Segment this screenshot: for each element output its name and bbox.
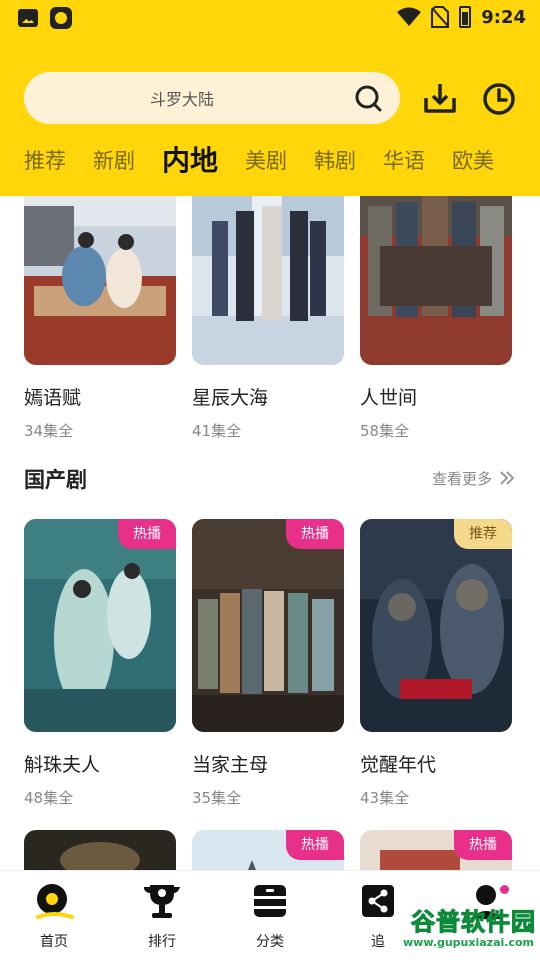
drama-card[interactable]: 星辰大海 41集全 — [192, 196, 344, 441]
watermark-name: 谷普软件园 — [411, 908, 536, 937]
no-sim-icon — [431, 6, 450, 28]
drama-title[interactable]: 当家主母 — [192, 750, 344, 777]
drama-card[interactable]: 热播 斛珠夫人 48集全 — [24, 519, 176, 808]
status-time: 9:24 — [481, 6, 526, 28]
download-icon[interactable] — [422, 80, 458, 116]
nav-rank[interactable]: 排行 — [108, 871, 216, 960]
drama-card[interactable] — [24, 830, 176, 870]
drama-poster[interactable] — [360, 196, 512, 365]
nav-category-label: 分类 — [256, 934, 284, 950]
category-tabs: 推荐 新剧 内地 美剧 韩剧 华语 欧美 — [24, 143, 521, 179]
tab-western[interactable]: 欧美 — [452, 143, 494, 179]
gallery-notification-icon — [18, 9, 38, 27]
drama-row: 嫣语赋 34集全 星辰大海 41集全 人世间 58集全 — [24, 196, 516, 441]
history-clock-icon[interactable] — [481, 81, 517, 117]
hot-badge: 热播 — [286, 830, 344, 860]
app-screen: 9:24 斗罗大陆 推荐 新剧 内地 美剧 韩剧 华语 欧美 嫣语赋 34集全 … — [0, 0, 540, 960]
tab-us[interactable]: 美剧 — [245, 143, 287, 179]
hot-badge: 热播 — [454, 830, 512, 860]
drama-episodes: 41集全 — [192, 422, 242, 440]
drama-episodes: 43集全 — [360, 789, 410, 807]
recommend-badge: 推荐 — [454, 519, 512, 549]
drama-poster[interactable]: 热播 — [192, 830, 344, 870]
status-bar: 9:24 — [0, 0, 540, 38]
drama-poster[interactable]: 热播 — [360, 830, 512, 870]
drama-row: 热播 斛珠夫人 48集全 热播 当家主母 35集全 推荐 觉醒年代 43集全 — [24, 519, 516, 808]
drama-poster[interactable]: 热播 — [192, 519, 344, 732]
nav-rank-label: 排行 — [148, 934, 176, 950]
nav-category[interactable]: 分类 — [216, 871, 324, 960]
drama-poster[interactable] — [192, 196, 344, 365]
content-scroll[interactable]: 嫣语赋 34集全 星辰大海 41集全 人世间 58集全 国产剧 查看更多 热播 … — [0, 196, 540, 870]
drama-poster[interactable] — [24, 830, 176, 870]
search-placeholder: 斗罗大陆 — [149, 90, 214, 109]
drama-poster[interactable]: 热播 — [24, 519, 176, 732]
drama-episodes: 48集全 — [24, 789, 74, 807]
tab-chinese[interactable]: 华语 — [383, 143, 425, 179]
header: 9:24 斗罗大陆 推荐 新剧 内地 美剧 韩剧 华语 欧美 — [0, 0, 540, 196]
drama-episodes: 58集全 — [360, 422, 410, 440]
battery-icon — [459, 6, 472, 28]
drama-card[interactable]: 热播 — [360, 830, 512, 870]
drama-episodes: 34集全 — [24, 422, 74, 440]
drama-card[interactable]: 人世间 58集全 — [360, 196, 512, 441]
drama-row: 热播 热播 — [24, 830, 516, 870]
see-more-link[interactable]: 查看更多 — [432, 468, 492, 489]
category-icon — [254, 885, 286, 917]
drama-title[interactable]: 人世间 — [360, 383, 512, 410]
nav-home-label: 首页 — [40, 934, 68, 950]
section-header: 国产剧 查看更多 — [24, 464, 516, 494]
trophy-icon — [144, 885, 180, 918]
watermark: 谷普软件园 www.gupuxiazai.com — [398, 902, 536, 960]
tab-korea[interactable]: 韩剧 — [314, 143, 356, 179]
drama-title[interactable]: 觉醒年代 — [360, 750, 512, 777]
drama-poster[interactable]: 推荐 — [360, 519, 512, 732]
tab-new[interactable]: 新剧 — [93, 143, 135, 179]
drama-poster[interactable] — [24, 196, 176, 365]
nav-home[interactable]: 首页 — [0, 871, 108, 960]
search-input[interactable]: 斗罗大陆 — [24, 72, 400, 124]
drama-episodes: 35集全 — [192, 789, 242, 807]
section-title: 国产剧 — [24, 468, 87, 492]
hot-badge: 热播 — [118, 519, 176, 549]
drama-card[interactable]: 嫣语赋 34集全 — [24, 196, 176, 441]
share-icon — [362, 885, 394, 917]
notification-dot — [500, 885, 509, 894]
wifi-icon — [397, 7, 422, 26]
tab-mainland[interactable]: 内地 — [162, 143, 218, 179]
hot-badge: 热播 — [286, 519, 344, 549]
drama-title[interactable]: 星辰大海 — [192, 383, 344, 410]
drama-title[interactable]: 嫣语赋 — [24, 383, 176, 410]
search-icon[interactable] — [354, 84, 382, 112]
drama-card[interactable]: 推荐 觉醒年代 43集全 — [360, 519, 512, 808]
watermark-url: www.gupuxiazai.com — [403, 936, 534, 949]
double-chevron-right-icon[interactable] — [498, 469, 516, 487]
app-notification-icon — [50, 7, 72, 29]
drama-card[interactable]: 热播 当家主母 35集全 — [192, 519, 344, 808]
drama-title[interactable]: 斛珠夫人 — [24, 750, 176, 777]
tab-recommend[interactable]: 推荐 — [24, 143, 66, 179]
drama-card[interactable]: 热播 — [192, 830, 344, 870]
home-camera-icon — [36, 884, 74, 919]
